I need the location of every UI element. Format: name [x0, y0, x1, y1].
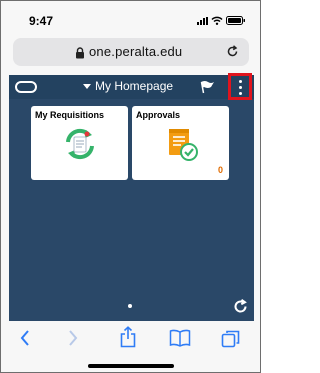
tabs-icon[interactable] — [221, 329, 241, 354]
refresh-icon[interactable] — [233, 298, 248, 319]
wifi-icon — [211, 16, 223, 25]
page-dot[interactable] — [128, 304, 132, 308]
phone-screen: 9:47 one.peralta.edu My Homepage My Requ… — [0, 0, 261, 373]
reload-icon[interactable] — [226, 45, 239, 63]
home-oval-icon[interactable] — [15, 81, 37, 93]
home-indicator — [88, 364, 174, 368]
actions-menu-highlight — [228, 73, 252, 100]
tile-approvals[interactable]: Approvals 0 — [132, 106, 229, 180]
approval-document-icon — [163, 126, 199, 167]
battery-icon — [226, 16, 246, 25]
app-header: My Homepage — [9, 73, 254, 100]
bookmarks-icon[interactable] — [169, 329, 191, 352]
requisition-cycle-icon — [62, 126, 98, 167]
status-time: 9:47 — [29, 14, 54, 28]
flag-icon[interactable] — [199, 80, 215, 99]
address-bar[interactable]: one.peralta.edu — [13, 38, 249, 66]
back-icon[interactable] — [19, 329, 31, 352]
tile-my-requisitions[interactable]: My Requisitions — [31, 106, 128, 180]
tile-title: Approvals — [136, 110, 181, 120]
tile-title: My Requisitions — [35, 110, 105, 120]
status-icons — [197, 16, 246, 25]
approvals-count: 0 — [217, 165, 223, 175]
homepage-title: My Homepage — [95, 79, 174, 93]
url-text: one.peralta.edu — [89, 44, 183, 59]
homepage-area: My Homepage My Requisitions Approvals 0 — [9, 73, 254, 321]
homepage-selector[interactable]: My Homepage — [83, 79, 173, 93]
lock-icon — [75, 46, 85, 64]
caret-down-icon — [83, 83, 91, 89]
status-bar: 9:47 — [1, 1, 260, 35]
forward-icon[interactable] — [67, 329, 79, 352]
signal-icon — [197, 17, 208, 25]
browser-toolbar — [1, 323, 260, 372]
share-icon[interactable] — [119, 326, 137, 353]
actions-menu-icon[interactable] — [239, 80, 242, 95]
